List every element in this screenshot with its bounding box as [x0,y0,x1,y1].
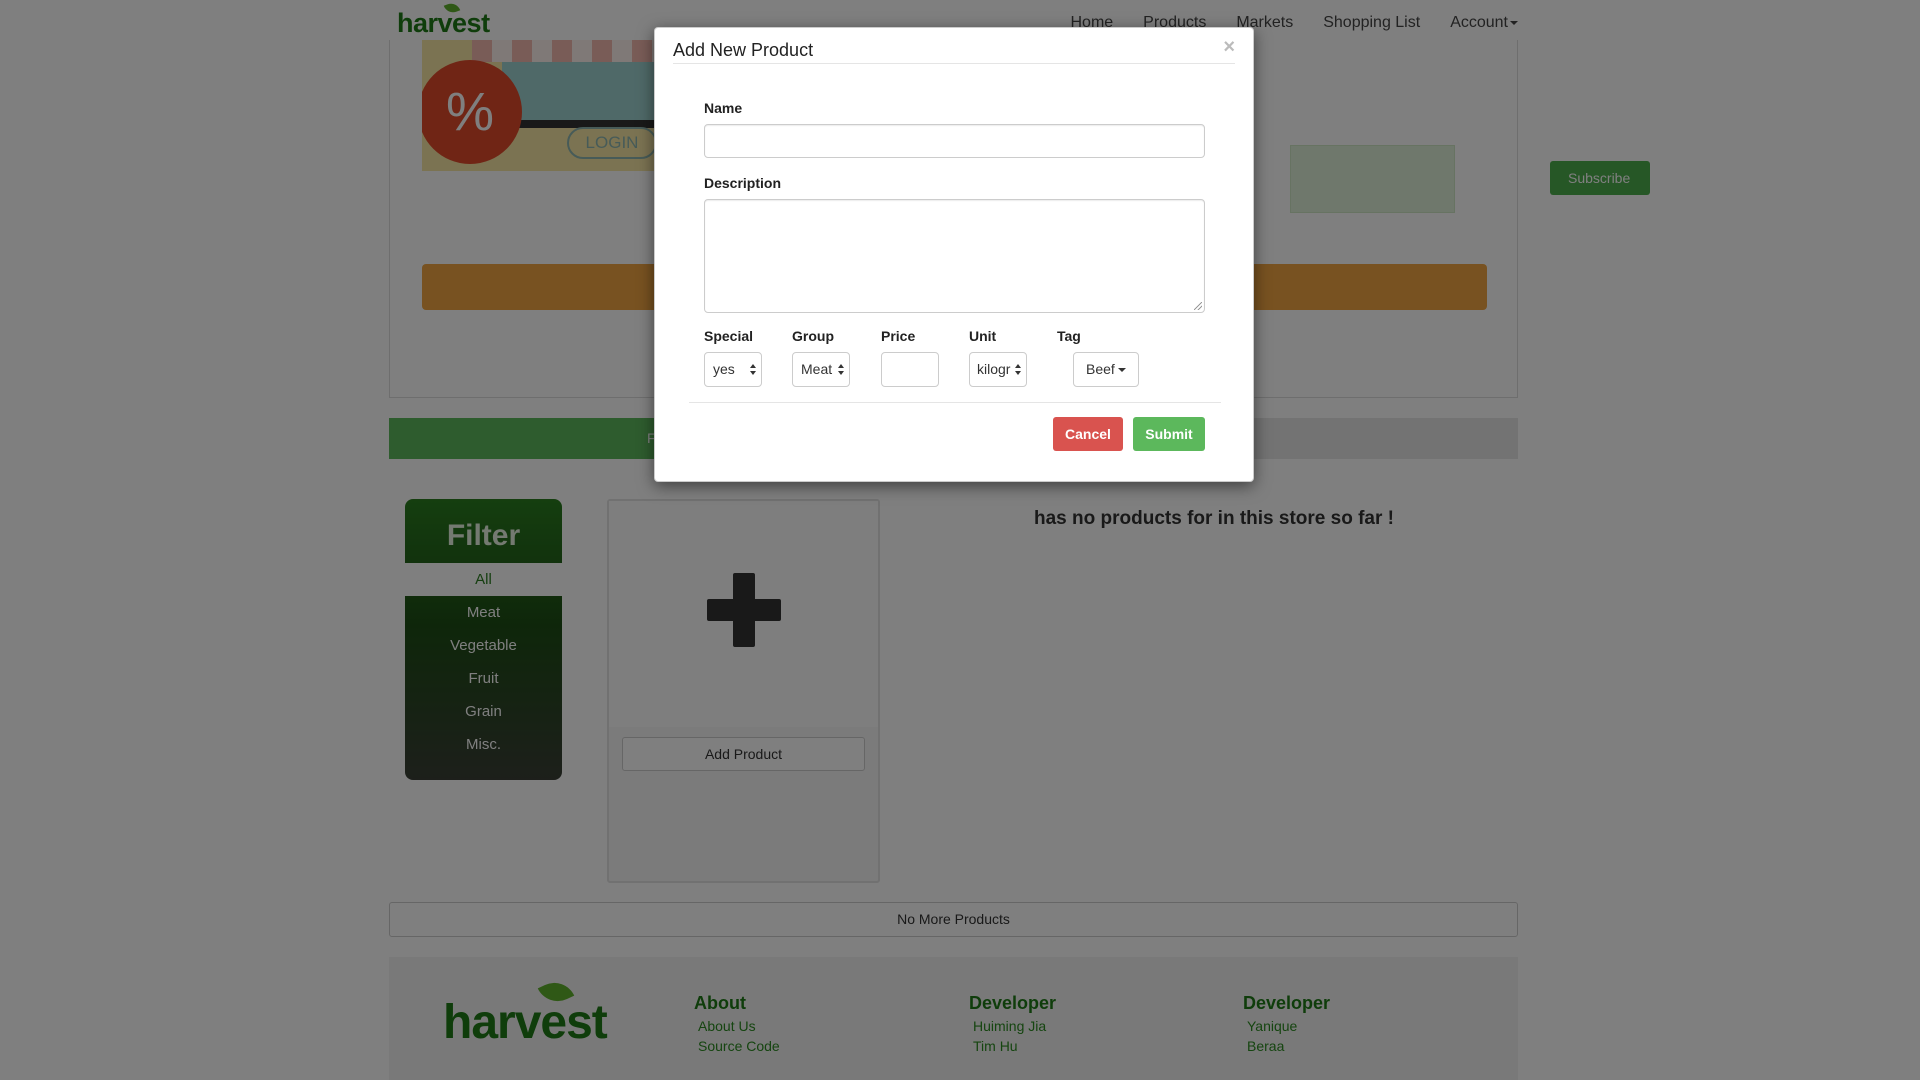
resize-handle-icon[interactable] [1194,302,1202,310]
special-select[interactable]: yes [704,352,762,387]
cancel-button[interactable]: Cancel [1053,417,1123,451]
unit-select[interactable]: kilogr [969,352,1027,387]
price-field[interactable] [881,352,939,387]
price-label: Price [881,328,916,344]
modal-title: Add New Product [673,40,814,60]
add-product-modal: Add New Product × Name Description Speci… [654,27,1254,482]
group-select[interactable]: Meat [792,352,850,387]
select-arrows-icon [750,364,756,376]
special-value: yes [713,361,735,377]
unit-label: Unit [969,328,997,344]
special-label: Special [704,328,754,344]
select-arrows-icon [1015,364,1021,376]
group-label: Group [792,328,834,344]
submit-button[interactable]: Submit [1133,417,1205,451]
name-field[interactable] [704,124,1205,158]
modal-header-divider [673,63,1235,64]
caret-down-icon [1117,368,1126,373]
unit-value: kilogr [977,361,1011,377]
group-value: Meat [801,361,833,377]
select-arrows-icon [838,364,844,376]
description-field[interactable] [704,199,1205,313]
name-label: Name [704,100,743,116]
close-icon[interactable]: × [1223,36,1235,59]
modal-footer-divider [689,402,1221,403]
description-label: Description [704,175,782,191]
tag-label: Tag [1057,328,1081,344]
tag-value: Beef [1086,361,1115,377]
tag-dropdown-button[interactable]: Beef [1073,352,1139,387]
